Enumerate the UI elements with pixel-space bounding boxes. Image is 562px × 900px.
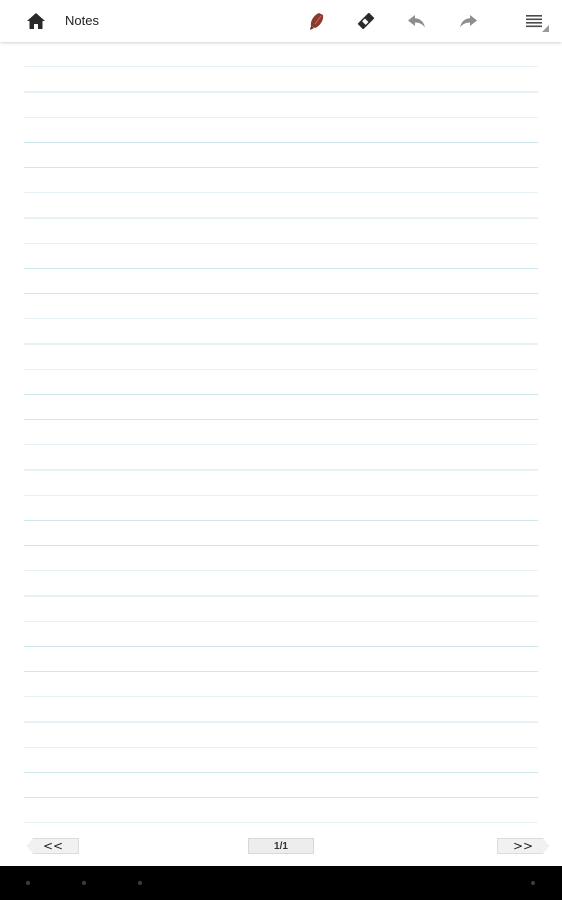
undo-button[interactable]	[402, 7, 432, 35]
eraser-tool-button[interactable]	[351, 7, 381, 35]
overflow-indicator-icon	[542, 25, 549, 32]
home-icon	[27, 13, 45, 29]
menu-icon	[526, 15, 542, 28]
redo-icon	[460, 15, 477, 28]
next-page-button[interactable]: >>	[497, 838, 549, 854]
previous-page-button[interactable]: <<	[27, 838, 79, 854]
system-home-icon[interactable]	[82, 881, 86, 885]
pen-tool-button[interactable]	[302, 7, 332, 35]
note-canvas[interactable]	[24, 42, 538, 836]
pen-icon	[310, 13, 324, 30]
home-button[interactable]	[22, 8, 50, 34]
page-title: Notes	[65, 13, 99, 28]
undo-icon	[408, 15, 425, 28]
page-indicator: 1/1	[248, 838, 314, 854]
eraser-icon	[357, 12, 375, 30]
system-navigation-bar	[0, 866, 562, 900]
recent-apps-icon[interactable]	[138, 881, 142, 885]
overflow-menu-button[interactable]	[519, 7, 549, 35]
system-menu-icon[interactable]	[531, 881, 535, 885]
back-icon[interactable]	[26, 881, 30, 885]
action-bar: Notes	[0, 0, 562, 42]
redo-button[interactable]	[453, 7, 483, 35]
